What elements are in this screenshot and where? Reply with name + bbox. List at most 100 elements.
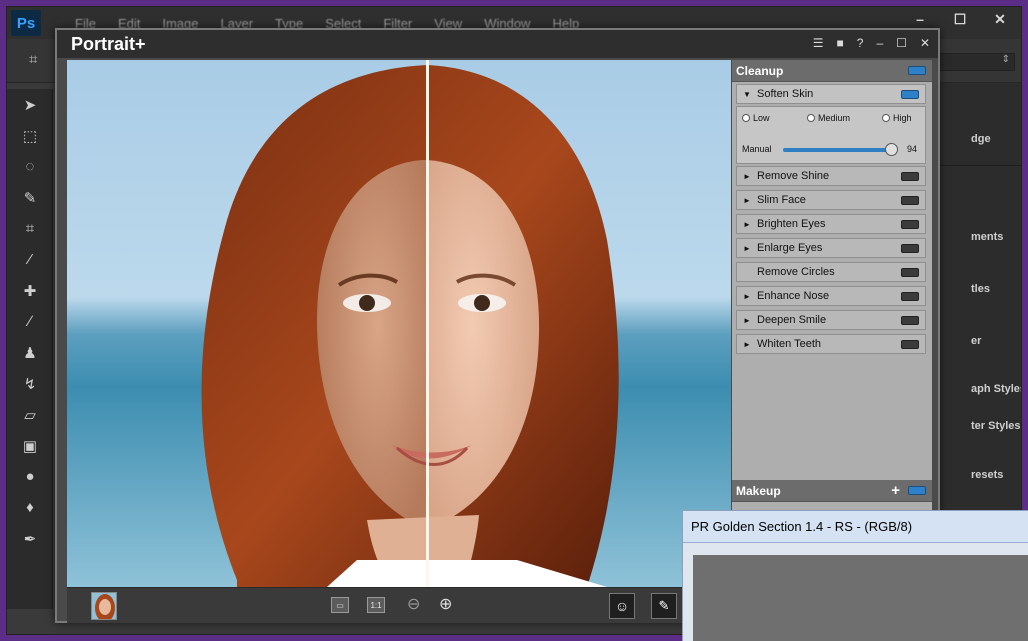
photoshop-logo: Ps <box>11 10 41 36</box>
slim-face-row[interactable]: ► Slim Face <box>736 190 926 210</box>
slider-handle[interactable] <box>885 143 898 156</box>
remove-shine-toggle[interactable] <box>901 172 919 181</box>
remove-shine-label: Remove Shine <box>757 170 830 182</box>
remove-shine-row[interactable]: ► Remove Shine <box>736 166 926 186</box>
maximize-button[interactable]: ☐ <box>947 11 973 28</box>
whiten-teeth-row[interactable]: ► Whiten Teeth <box>736 334 926 354</box>
tools-panel: ➤ ⬚ ◌ ✎ ⌗ ⁄ ✚ ∕ ♟ ↯ ▱ ▣ ● ♦ ✒ <box>7 89 53 609</box>
menu-icon[interactable]: ☰ <box>813 36 824 50</box>
close-button[interactable]: ✕ <box>987 11 1013 28</box>
marquee-tool-icon[interactable]: ⬚ <box>7 120 53 151</box>
enlarge-eyes-toggle[interactable] <box>901 244 919 253</box>
enlarge-eyes-row[interactable]: ► Enlarge Eyes <box>736 238 926 258</box>
soften-skin-row[interactable]: ▼ Soften Skin <box>736 84 926 104</box>
remove-circles-toggle[interactable] <box>901 268 919 277</box>
brighten-eyes-row[interactable]: ► Brighten Eyes <box>736 214 926 234</box>
enhance-nose-label: Enhance Nose <box>757 290 830 302</box>
dialog-close-button[interactable]: ✕ <box>920 36 930 50</box>
deepen-smile-toggle[interactable] <box>901 316 919 325</box>
panel-item-paragraph-styles[interactable]: aph Styles <box>971 383 1021 395</box>
dialog-minimize-button[interactable]: – <box>876 36 883 50</box>
collapsed-arrow-icon: ► <box>743 339 751 349</box>
preview-canvas[interactable] <box>67 60 731 587</box>
options-dropdown[interactable]: ⇕ <box>935 53 1015 71</box>
panel-item-styles[interactable]: tles <box>971 283 990 295</box>
dialog-title: Portrait+ <box>71 33 146 54</box>
zoom-out-icon[interactable]: ⊖ <box>407 594 420 614</box>
actual-size-button[interactable]: 1:1 <box>367 597 385 613</box>
golden-section-canvas[interactable] <box>693 555 1028 641</box>
deepen-smile-row[interactable]: ► Deepen Smile <box>736 310 926 330</box>
face-detect-icon[interactable]: ☺ <box>609 593 635 619</box>
preview-toolbar: ▭ 1:1 ⊖ ⊕ ☺ ✎ <box>67 587 731 623</box>
cleanup-section-header[interactable]: Cleanup <box>732 60 932 82</box>
zoom-in-icon[interactable]: ⊕ <box>439 594 452 614</box>
brush-tool-icon[interactable]: ∕ <box>7 306 53 337</box>
expanded-arrow-icon: ▼ <box>743 89 751 99</box>
enhance-nose-row[interactable]: ► Enhance Nose <box>736 286 926 306</box>
collapsed-arrow-icon: ► <box>743 171 751 181</box>
brush-icon[interactable]: ✎ <box>651 593 677 619</box>
crop-icon[interactable]: ⌗ <box>7 213 53 244</box>
pen-tool-icon[interactable]: ✒ <box>7 523 53 554</box>
view-mode-button[interactable]: ▭ <box>331 597 349 613</box>
collapsed-arrow-icon: ► <box>743 219 751 229</box>
whiten-teeth-toggle[interactable] <box>901 340 919 349</box>
face-thumbnail-icon <box>92 593 116 619</box>
brighten-eyes-toggle[interactable] <box>901 220 919 229</box>
remove-circles-label: Remove Circles <box>757 266 835 278</box>
minimize-button[interactable]: – <box>907 11 933 28</box>
golden-section-title: PR Golden Section 1.4 - RS - (RGB/8) <box>683 511 1028 543</box>
radio-icon <box>742 114 750 122</box>
quick-select-tool-icon[interactable]: ✎ <box>7 182 53 213</box>
panel-item-adjustments[interactable]: ments <box>971 231 1003 243</box>
right-panel: dge ments tles er aph Styles ter Styles … <box>933 83 1021 523</box>
panel-item-presets[interactable]: resets <box>971 469 1003 481</box>
layout-icon[interactable]: ■ <box>837 36 844 50</box>
enhance-nose-toggle[interactable] <box>901 292 919 301</box>
enlarge-eyes-label: Enlarge Eyes <box>757 242 823 254</box>
help-icon[interactable]: ? <box>857 36 864 50</box>
low-label: Low <box>753 113 770 123</box>
lasso-tool-icon[interactable]: ◌ <box>7 151 53 182</box>
crop-tool-icon[interactable]: ⌗ <box>29 51 37 68</box>
dodge-tool-icon[interactable]: ♦ <box>7 492 53 523</box>
dialog-titlebar: Portrait+ ☰ ■ ? – ☐ ✕ <box>57 30 938 58</box>
dialog-controls: ☰ ■ ? – ☐ ✕ <box>813 36 930 50</box>
collapsed-arrow-icon: ► <box>743 243 751 253</box>
whiten-teeth-label: Whiten Teeth <box>757 338 822 350</box>
soften-skin-slider[interactable] <box>783 148 893 152</box>
soften-skin-toggle[interactable] <box>901 90 919 99</box>
collapsed-arrow-icon: ► <box>743 315 751 325</box>
slim-face-label: Slim Face <box>757 194 806 206</box>
blur-tool-icon[interactable]: ● <box>7 461 53 492</box>
collapsed-arrow-icon: ► <box>743 195 751 205</box>
stamp-tool-icon[interactable]: ♟ <box>7 337 53 368</box>
radio-icon <box>882 114 890 122</box>
manual-label: Manual <box>742 144 772 154</box>
makeup-title: Makeup <box>736 483 781 498</box>
soften-skin-options: Low Medium High Manual 94 <box>736 106 926 164</box>
remove-circles-row[interactable]: Remove Circles <box>736 262 926 282</box>
history-brush-tool-icon[interactable]: ↯ <box>7 368 53 399</box>
move-tool-icon[interactable]: ➤ <box>7 89 53 120</box>
dialog-maximize-button[interactable]: ☐ <box>896 36 907 50</box>
low-option[interactable]: Low <box>742 113 770 123</box>
medium-option[interactable]: Medium <box>807 113 850 123</box>
panel-item-edge[interactable]: dge <box>971 133 991 145</box>
deepen-smile-label: Deepen Smile <box>757 314 827 326</box>
slim-face-toggle[interactable] <box>901 196 919 205</box>
eyedropper-tool-icon[interactable]: ⁄ <box>7 244 53 275</box>
eraser-tool-icon[interactable]: ▱ <box>7 399 53 430</box>
high-option[interactable]: High <box>882 113 912 123</box>
healing-brush-tool-icon[interactable]: ✚ <box>7 275 53 306</box>
cleanup-toggle[interactable] <box>908 66 926 75</box>
preset-thumbnail[interactable] <box>91 592 117 620</box>
gradient-tool-icon[interactable]: ▣ <box>7 430 53 461</box>
panel-item-character-styles[interactable]: ter Styles <box>971 420 1021 432</box>
panel-item-layer[interactable]: er <box>971 335 981 347</box>
add-icon[interactable]: + <box>891 482 900 499</box>
high-label: High <box>893 113 912 123</box>
makeup-section-header[interactable]: Makeup + <box>732 480 932 502</box>
makeup-toggle[interactable] <box>908 486 926 495</box>
